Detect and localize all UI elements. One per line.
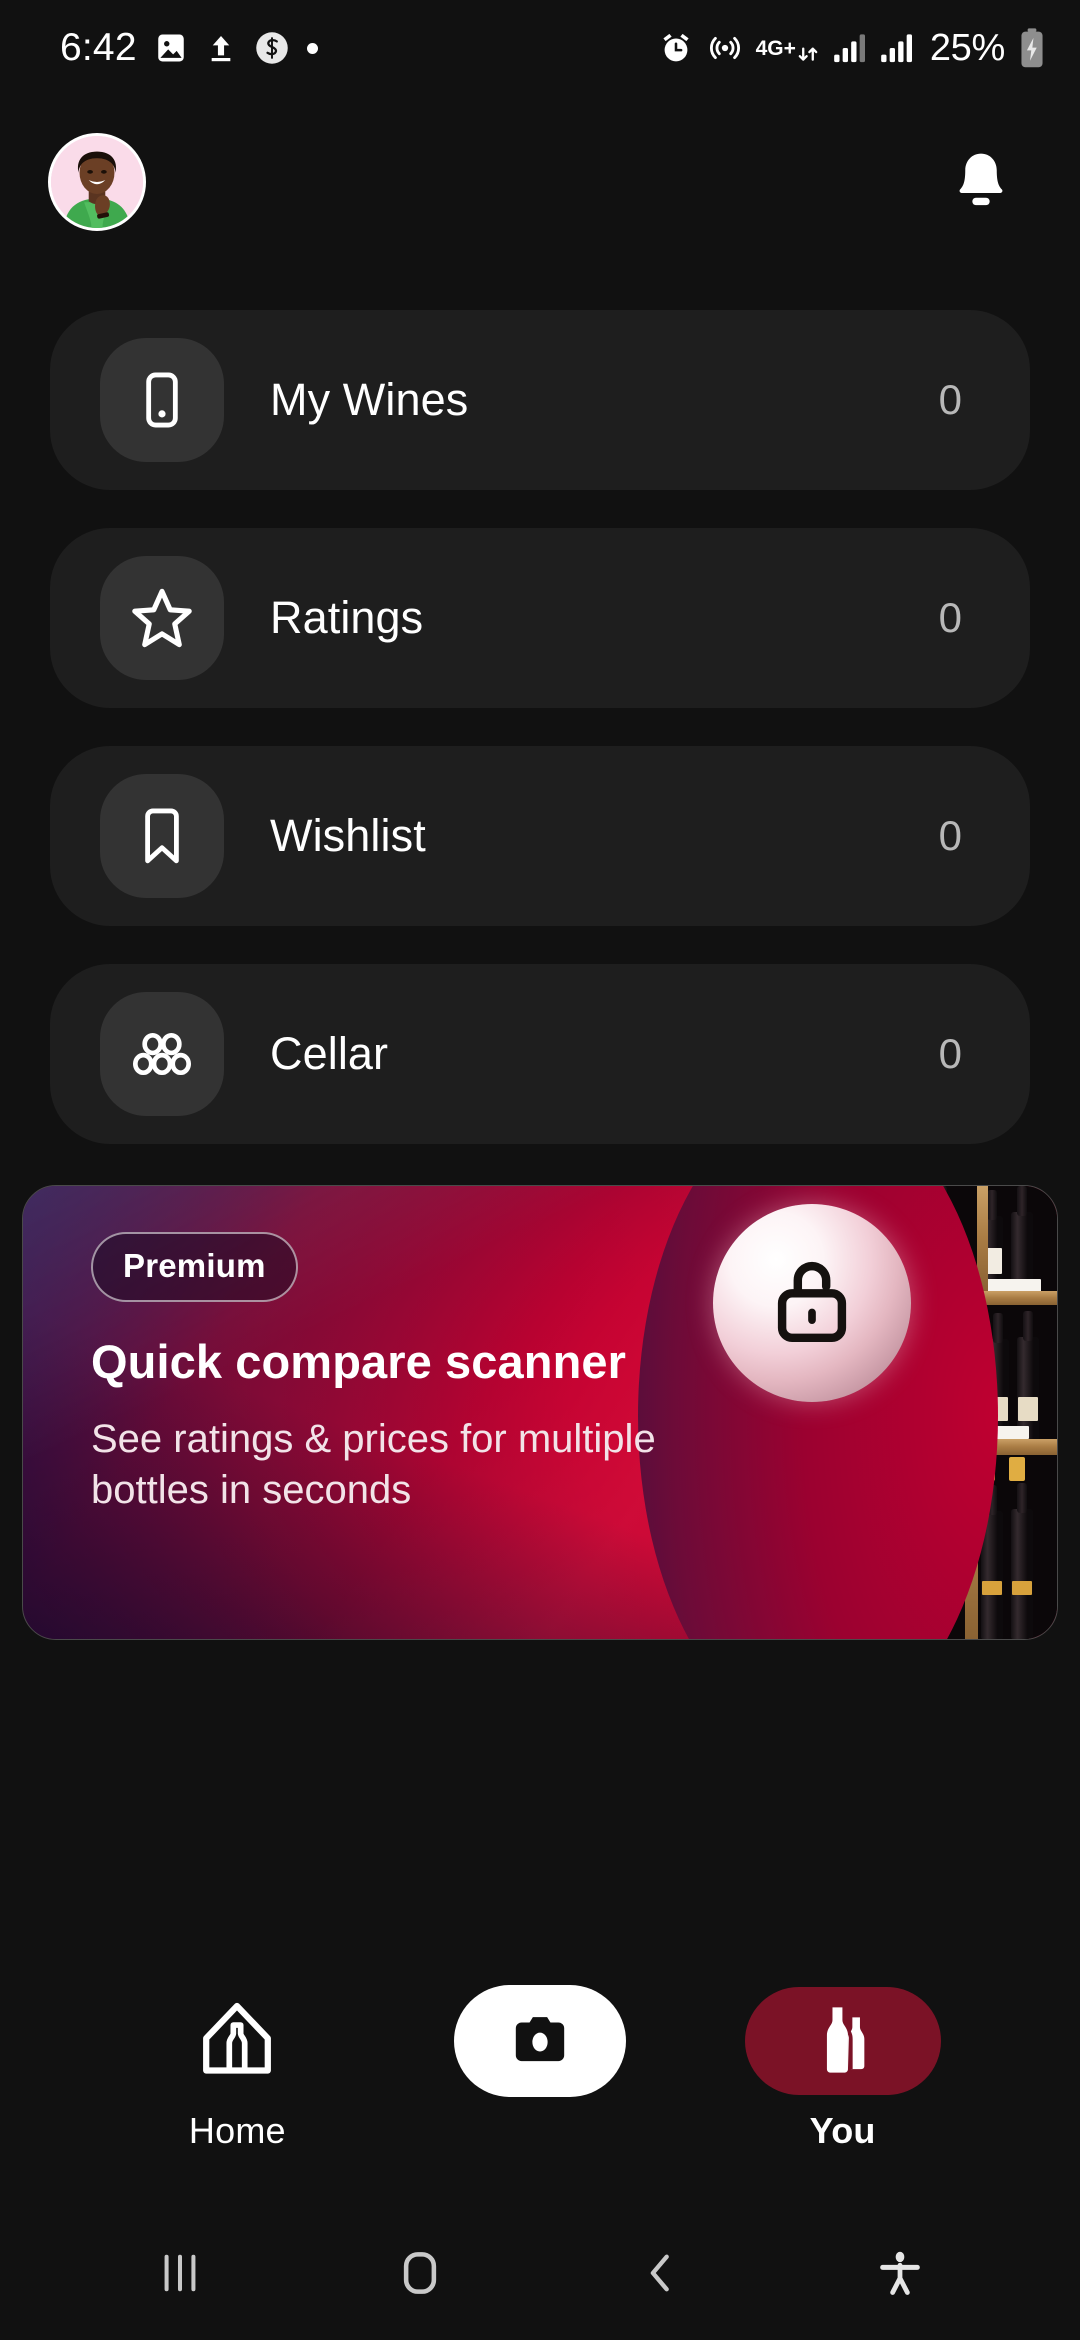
home-button[interactable] xyxy=(300,2247,540,2304)
app-header xyxy=(0,118,1080,246)
nav-item-you[interactable]: You xyxy=(718,1987,968,2152)
status-clock: 6:42 xyxy=(60,26,137,69)
signal-bars-icon-2 xyxy=(880,33,914,63)
nav-label-you: You xyxy=(809,2110,876,2151)
notifications-button[interactable] xyxy=(938,139,1024,225)
nav-item-home[interactable]: Home xyxy=(112,1988,362,2152)
recents-icon xyxy=(152,2250,208,2301)
image-icon xyxy=(154,31,188,65)
network-type-label: 4G+ xyxy=(755,36,796,60)
menu-item-label: Wishlist xyxy=(270,810,426,861)
menu-item-count: 0 xyxy=(938,376,962,423)
s-circle-icon xyxy=(254,30,290,66)
nav-active-pill[interactable] xyxy=(744,1987,941,2095)
unlock-icon xyxy=(766,1251,858,1356)
bookmark-icon xyxy=(100,774,224,898)
status-bar-right: 4G+ 25% xyxy=(658,27,1046,70)
menu-item-my-wines[interactable]: My Wines 0 xyxy=(50,310,1030,490)
menu-item-cellar[interactable]: Cellar 0 xyxy=(50,964,1030,1144)
banner-copy: Premium Quick compare scanner See rating… xyxy=(91,1232,711,1516)
premium-badge: Premium xyxy=(91,1232,298,1302)
home-bottle-icon xyxy=(193,1995,281,2088)
star-icon xyxy=(100,556,224,680)
menu-item-count: 0 xyxy=(938,1030,962,1077)
menu-item-label: My Wines xyxy=(270,374,469,425)
accessibility-button[interactable] xyxy=(780,2247,1020,2304)
nav-label-home: Home xyxy=(188,2110,286,2151)
profile-menu-list: My Wines 0 Ratings 0 Wishlist 0 Cellar 0 xyxy=(50,310,1030,1182)
signal-bars-icon-1 xyxy=(833,33,867,63)
menu-item-ratings[interactable]: Ratings 0 xyxy=(50,528,1030,708)
unlock-orb xyxy=(713,1204,911,1402)
app-screen: 6:42 4G+ 25% My Wines 0 Ratings 0 Wishli… xyxy=(0,0,1080,2340)
bottle-rack-icon xyxy=(100,992,224,1116)
menu-item-count: 0 xyxy=(938,594,962,641)
nav-item-scan[interactable] xyxy=(415,1985,665,2110)
status-bar: 6:42 4G+ 25% xyxy=(0,0,1080,96)
premium-promo-banner[interactable]: Premium Quick compare scanner See rating… xyxy=(22,1185,1058,1640)
menu-item-label: Cellar xyxy=(270,1028,389,1079)
banner-subtitle: See ratings & prices for multiple bottle… xyxy=(91,1416,656,1512)
camera-icon xyxy=(509,2011,571,2072)
wine-label-icon xyxy=(100,338,224,462)
back-icon xyxy=(635,2248,685,2303)
avatar[interactable] xyxy=(48,133,146,231)
menu-item-label: Ratings xyxy=(270,592,424,643)
android-navigation-bar xyxy=(0,2210,1080,2340)
battery-percent-label: 25% xyxy=(929,26,1005,69)
home-icon xyxy=(393,2247,447,2304)
bottom-navigation: Home You xyxy=(0,1985,1080,2178)
status-bar-left: 6:42 xyxy=(60,26,318,70)
bell-icon xyxy=(950,147,1012,218)
recents-button[interactable] xyxy=(60,2250,300,2301)
network-4gplus-icon: 4G+ xyxy=(756,33,820,63)
banner-title: Quick compare scanner xyxy=(91,1335,627,1388)
back-button[interactable] xyxy=(540,2248,780,2303)
accessibility-icon xyxy=(874,2247,926,2304)
alarm-icon xyxy=(658,30,694,66)
upload-icon xyxy=(205,31,237,65)
dot-icon xyxy=(306,42,318,54)
menu-item-count: 0 xyxy=(938,812,962,859)
two-bottles-icon xyxy=(807,2001,879,2082)
camera-button[interactable] xyxy=(453,1985,626,2097)
hotspot-icon xyxy=(707,30,743,66)
battery-charging-icon xyxy=(1018,28,1046,68)
menu-item-wishlist[interactable]: Wishlist 0 xyxy=(50,746,1030,926)
